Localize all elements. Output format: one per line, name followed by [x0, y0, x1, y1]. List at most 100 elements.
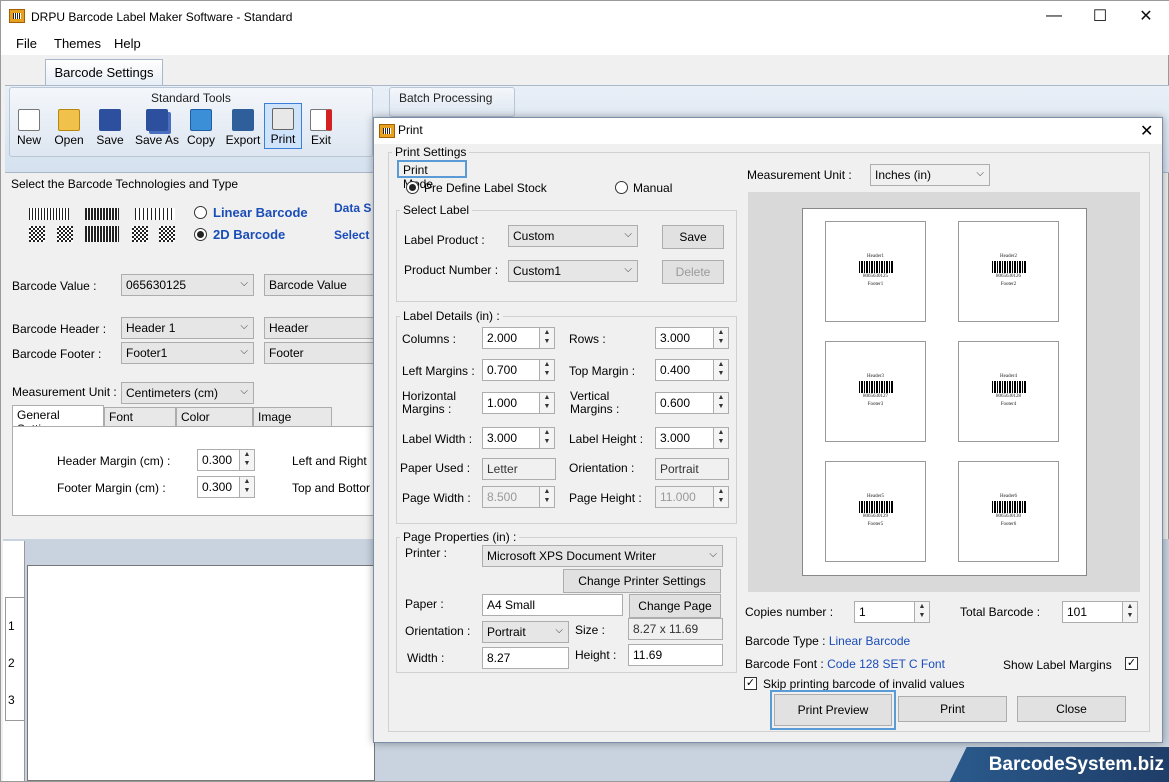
left-margins-stepper[interactable]: 0.700 ▲ ▼	[482, 359, 555, 381]
width-field[interactable]: 8.27	[482, 647, 569, 669]
close-button[interactable]: Close	[1017, 696, 1126, 722]
menu-file[interactable]: File	[16, 36, 37, 51]
barcode-header-combo[interactable]: Header 1 ⌵	[121, 317, 254, 339]
spin-arrows-icon[interactable]: ▲ ▼	[713, 393, 728, 413]
barcode-value-source[interactable]: Barcode Value	[264, 274, 376, 296]
label-height-stepper[interactable]: 3.000 ▲ ▼	[655, 427, 729, 449]
watermark-banner: BarcodeSystem.biz	[949, 747, 1169, 782]
printer-combo[interactable]: Microsoft XPS Document Writer ⌵	[482, 545, 723, 567]
field-value: 2.000	[487, 331, 518, 345]
top-margin-stepper[interactable]: 0.400 ▲ ▼	[655, 359, 729, 381]
spin-arrows-icon[interactable]: ▲ ▼	[914, 602, 929, 622]
tab-general-settings[interactable]: General Settings	[12, 405, 104, 436]
total-barcode-stepper[interactable]: 101 ▲ ▼	[1062, 601, 1138, 623]
linear-barcode-radio[interactable]	[194, 206, 207, 219]
menu-themes[interactable]: Themes	[54, 36, 101, 51]
export-button[interactable]: Export	[221, 105, 265, 151]
design-sheet[interactable]	[27, 565, 375, 781]
print-dialog: Print ✕ Print Settings Print Mode Pre De…	[373, 117, 1163, 743]
copies-number-stepper[interactable]: 1 ▲ ▼	[854, 601, 930, 623]
columns-stepper[interactable]: 2.000 ▲ ▼	[482, 327, 555, 349]
spin-arrows-icon[interactable]: ▲ ▼	[713, 360, 728, 380]
spin-arrows-icon[interactable]: ▲ ▼	[539, 428, 554, 448]
minimize-icon[interactable]: —	[1031, 1, 1077, 31]
dialog-icon	[379, 124, 395, 138]
preview-label-footer: Footer1	[867, 282, 884, 287]
show-label-margins-checkbox[interactable]: ✓	[1125, 657, 1138, 670]
change-page-button[interactable]: Change Page	[629, 594, 721, 618]
spin-arrows-icon[interactable]: ▲ ▼	[1122, 602, 1137, 622]
copy-button[interactable]: Copy	[179, 105, 223, 151]
product-number-combo[interactable]: Custom1 ⌵	[508, 260, 638, 282]
spin-arrows-icon[interactable]: ▲ ▼	[239, 477, 254, 497]
save-tool-button[interactable]: Save	[88, 105, 132, 151]
save-as-button[interactable]: Save As	[134, 105, 180, 151]
combo-value: 065630125	[126, 278, 187, 292]
combo-value: Custom	[513, 229, 555, 243]
print-tool-button[interactable]: Print	[264, 103, 302, 149]
select-label-title: Select Label	[400, 203, 473, 217]
spin-arrows-icon[interactable]: ▲ ▼	[539, 393, 554, 413]
exit-button[interactable]: Exit	[299, 105, 343, 151]
vertical-margins-label: Vertical Margins :	[570, 389, 620, 416]
combo-value: Microsoft XPS Document Writer	[487, 549, 657, 563]
spin-arrows-icon[interactable]: ▲ ▼	[713, 428, 728, 448]
select-link[interactable]: Select	[334, 228, 369, 242]
skip-invalid-checkbox[interactable]: ✓	[744, 677, 757, 690]
measurement-unit-combo[interactable]: Centimeters (cm) ⌵	[121, 382, 254, 404]
label-product-label: Label Product :	[404, 233, 485, 247]
barcode-value-combo[interactable]: 065630125 ⌵	[121, 274, 254, 296]
spin-arrows-icon: ▲ ▼	[539, 487, 554, 507]
new-button[interactable]: New	[7, 105, 51, 151]
print-preview-button[interactable]: Print Preview	[770, 690, 896, 730]
footer-source[interactable]: Footer	[264, 342, 376, 364]
menu-bar	[1, 33, 1169, 55]
horizontal-margins-stepper[interactable]: 1.000 ▲ ▼	[482, 392, 555, 414]
preview-label: Header3 8065630127 Footer3	[825, 341, 926, 442]
field-value: 0.600	[660, 396, 691, 410]
rows-stepper[interactable]: 3.000 ▲ ▼	[655, 327, 729, 349]
predefined-radio[interactable]	[406, 181, 419, 194]
maximize-icon[interactable]: ☐	[1077, 1, 1123, 31]
footer-margin-stepper[interactable]: 0.300 ▲ ▼	[197, 476, 255, 498]
header-source[interactable]: Header	[264, 317, 376, 339]
spin-arrows-icon[interactable]: ▲ ▼	[539, 328, 554, 348]
dialog-measurement-unit-combo[interactable]: Inches (in) ⌵	[870, 164, 990, 186]
tab-image-settings[interactable]: Image Settings	[253, 407, 332, 438]
tab-color-settings[interactable]: Color Settings	[176, 407, 253, 438]
preview-label-value: 8065630127	[863, 394, 888, 399]
save-as-icon	[146, 109, 168, 131]
label-details-title: Label Details (in) :	[400, 309, 503, 323]
spin-arrows-icon[interactable]: ▲ ▼	[713, 328, 728, 348]
printer-icon	[272, 108, 294, 130]
barcode-footer-combo[interactable]: Footer1 ⌵	[121, 342, 254, 364]
page-height-label: Page Height :	[569, 491, 642, 505]
save-button[interactable]: Save	[662, 225, 724, 249]
close-window-icon[interactable]: ✕	[1123, 1, 1169, 31]
page-orientation-combo[interactable]: Portrait ⌵	[482, 621, 569, 643]
field-value: 3.000	[660, 331, 691, 345]
paper-used-label: Paper Used :	[400, 461, 471, 475]
header-margin-stepper[interactable]: 0.300 ▲ ▼	[197, 449, 255, 471]
dialog-close-icon[interactable]: ✕	[1140, 121, 1153, 141]
height-field[interactable]: 11.69	[628, 644, 723, 666]
spin-arrows-icon[interactable]: ▲ ▼	[239, 450, 254, 470]
print-button[interactable]: Print	[898, 696, 1007, 722]
2d-barcode-radio[interactable]	[194, 228, 207, 241]
label-width-stepper[interactable]: 3.000 ▲ ▼	[482, 427, 555, 449]
menu-help[interactable]: Help	[114, 36, 141, 51]
data-source-link[interactable]: Data S	[334, 201, 371, 215]
printer-label: Printer :	[405, 546, 448, 560]
vertical-margins-stepper[interactable]: 0.600 ▲ ▼	[655, 392, 729, 414]
delete-button[interactable]: Delete	[662, 260, 724, 284]
show-label-margins-label: Show Label Margins	[1003, 658, 1112, 672]
paper-field[interactable]: A4 Small	[482, 594, 623, 616]
manual-radio[interactable]	[615, 181, 628, 194]
spin-arrows-icon[interactable]: ▲ ▼	[539, 360, 554, 380]
tab-barcode-settings[interactable]: Barcode Settings	[45, 59, 163, 85]
copies-number-label: Copies number :	[745, 605, 834, 619]
label-product-combo[interactable]: Custom ⌵	[508, 225, 638, 247]
tab-font-settings[interactable]: Font Settings	[104, 407, 176, 438]
change-printer-settings-button[interactable]: Change Printer Settings	[563, 569, 721, 593]
open-button[interactable]: Open	[47, 105, 91, 151]
